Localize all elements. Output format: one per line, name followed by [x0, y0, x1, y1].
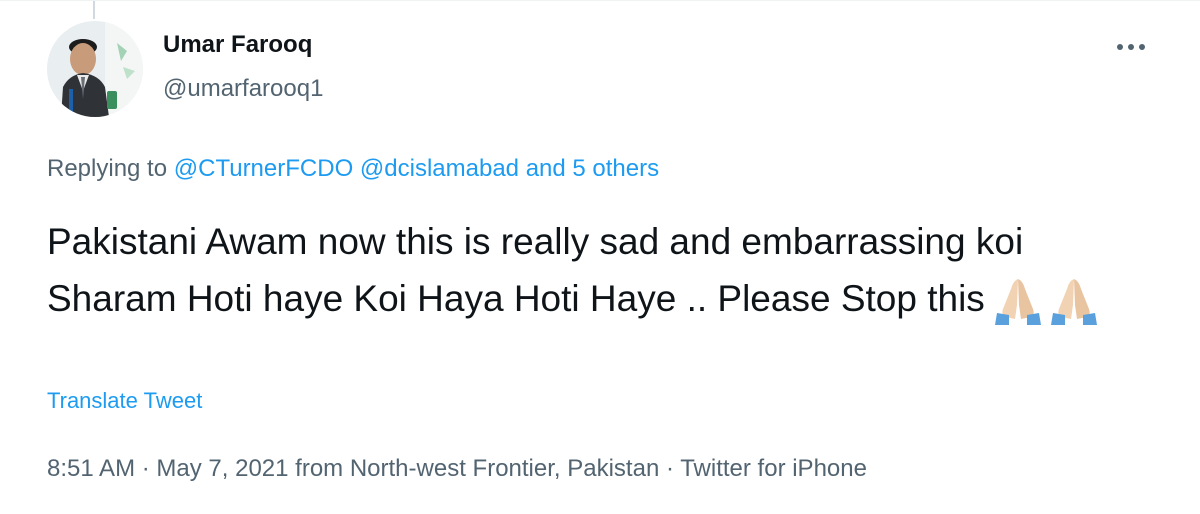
- replying-prefix: Replying to: [47, 155, 168, 182]
- avatar-image: [47, 21, 143, 117]
- tweet-date[interactable]: May 7, 2021: [156, 455, 288, 482]
- meta-separator: ·: [665, 455, 674, 482]
- tweet-card: Umar Farooq @umarfarooq1 Replying to @CT…: [0, 0, 1200, 514]
- author-handle[interactable]: @umarfarooq1: [163, 75, 323, 103]
- tweet-body: Pakistani Awam now this is really sad an…: [47, 221, 1024, 319]
- tweet-location[interactable]: from North-west Frontier, Pakistan: [295, 455, 659, 482]
- replying-to-line: Replying to @CTurnerFCDO @dcislamabad an…: [47, 155, 659, 183]
- translate-tweet-link[interactable]: Translate Tweet: [47, 388, 202, 414]
- more-horizontal-icon: [1117, 44, 1145, 50]
- tweet-metadata: 8:51 AM · May 7, 2021 from North-west Fr…: [47, 455, 867, 483]
- folded-hands-emoji-icon: [1050, 279, 1097, 325]
- tweet-source[interactable]: Twitter for iPhone: [680, 455, 867, 482]
- meta-separator: ·: [141, 455, 150, 482]
- folded-hands-emoji-icon: [994, 279, 1041, 325]
- tweet-text: Pakistani Awam now this is really sad an…: [47, 213, 1157, 341]
- author-name[interactable]: Umar Farooq: [163, 31, 312, 59]
- avatar[interactable]: [47, 21, 143, 117]
- mention-dcislamabad[interactable]: @dcislamabad: [360, 155, 519, 182]
- mention-cturnerfcdo[interactable]: @CTurnerFCDO: [174, 155, 353, 182]
- emoji-group: [991, 275, 1103, 341]
- thread-connector-line: [93, 1, 95, 19]
- tweet-time[interactable]: 8:51 AM: [47, 455, 135, 482]
- more-options-button[interactable]: [1108, 29, 1154, 65]
- replying-others-link[interactable]: and 5 others: [526, 155, 659, 182]
